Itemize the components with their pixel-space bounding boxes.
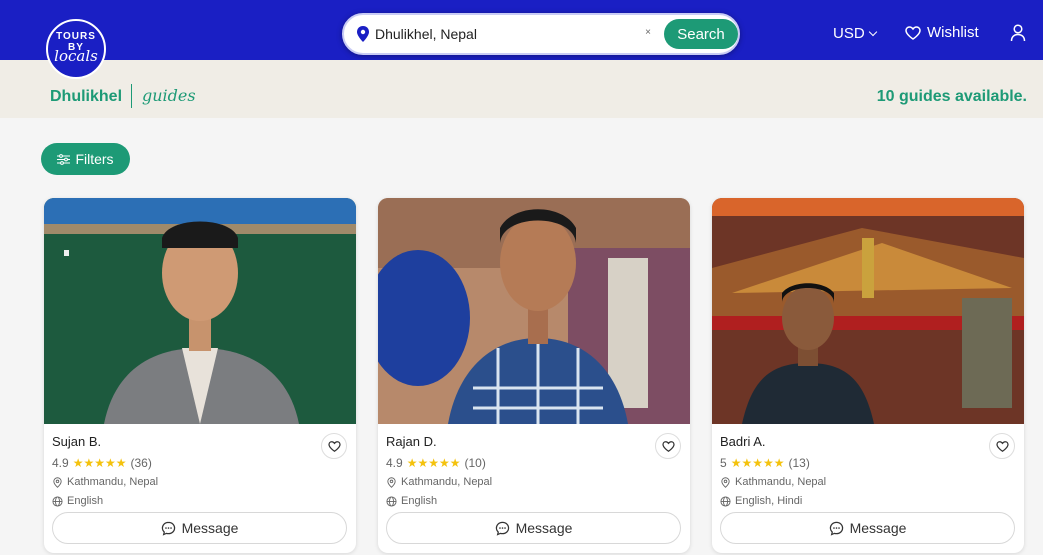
location-text: Kathmandu, Nepal — [401, 476, 493, 488]
title-divider — [131, 84, 132, 108]
heart-icon — [328, 441, 341, 452]
clear-search-icon[interactable]: × — [641, 26, 655, 40]
tours-by-locals-logo[interactable]: TOURS BY locals — [46, 19, 106, 79]
user-account-icon[interactable] — [1010, 24, 1026, 42]
rating-value: 4.9 — [52, 456, 69, 470]
star-rating-icon: ★★★★★ — [72, 456, 127, 470]
wishlist-label: Wishlist — [927, 24, 979, 41]
chevron-down-icon — [868, 27, 877, 37]
globe-icon — [720, 495, 731, 507]
message-button[interactable]: Message — [52, 512, 347, 544]
wishlist-link[interactable]: Wishlist — [905, 24, 979, 41]
location-text: Kathmandu, Nepal — [67, 476, 159, 488]
heart-icon — [996, 441, 1009, 452]
languages-text: English, Hindi — [735, 495, 803, 507]
guide-languages: English — [386, 495, 437, 507]
rating-row: 5 ★★★★★ (13) — [720, 456, 810, 470]
guide-photo[interactable] — [44, 198, 356, 424]
rating-row: 4.9 ★★★★★ (36) — [52, 456, 152, 470]
guide-card[interactable]: Rajan D. 4.9 ★★★★★ (10) Kathmandu, Nepal… — [378, 198, 690, 553]
heart-icon — [905, 25, 921, 40]
logo-text-bottom: locals — [54, 47, 98, 65]
chat-bubble-icon — [161, 521, 175, 536]
guide-name[interactable]: Rajan D. — [386, 434, 437, 449]
location-pin-icon — [357, 26, 369, 42]
location-pin-icon — [721, 476, 730, 488]
rating-value: 5 — [720, 456, 727, 470]
star-rating-icon: ★★★★★ — [730, 456, 785, 470]
search-button[interactable]: Search — [664, 19, 738, 49]
chat-bubble-icon — [829, 521, 843, 536]
guide-card[interactable]: Sujan B. 4.9 ★★★★★ (36) Kathmandu, Nepal… — [44, 198, 356, 553]
review-count: (36) — [130, 456, 152, 470]
guide-languages: English, Hindi — [720, 495, 802, 507]
guide-photo[interactable] — [378, 198, 690, 424]
guides-available-count: 10 guides available. — [876, 88, 1027, 105]
guide-location: Kathmandu, Nepal — [720, 476, 826, 488]
search-bar: × Search — [342, 13, 740, 55]
filters-button[interactable]: Filters — [41, 143, 130, 175]
globe-icon — [52, 495, 63, 507]
languages-text: English — [67, 495, 104, 507]
location-pin-icon — [387, 476, 396, 488]
guide-card[interactable]: Badri A. 5 ★★★★★ (13) Kathmandu, Nepal E… — [712, 198, 1024, 553]
currency-label: USD — [833, 25, 865, 42]
add-to-wishlist-button[interactable] — [321, 433, 347, 459]
star-rating-icon: ★★★★★ — [406, 456, 461, 470]
guide-location: Kathmandu, Nepal — [386, 476, 492, 488]
currency-selector[interactable]: USD — [833, 25, 877, 42]
heart-icon — [662, 441, 675, 452]
add-to-wishlist-button[interactable] — [989, 433, 1015, 459]
rating-value: 4.9 — [386, 456, 403, 470]
guide-name[interactable]: Sujan B. — [52, 434, 101, 449]
location-subheader: Dhulikhel guides 10 guides available. — [0, 60, 1043, 118]
review-count: (10) — [464, 456, 486, 470]
review-count: (13) — [788, 456, 810, 470]
languages-text: English — [401, 495, 438, 507]
guide-location: Kathmandu, Nepal — [52, 476, 158, 488]
location-pin-icon — [53, 476, 62, 488]
message-button[interactable]: Message — [720, 512, 1015, 544]
message-label: Message — [515, 520, 573, 536]
guides-subtitle: guides — [142, 86, 196, 105]
message-button[interactable]: Message — [386, 512, 681, 544]
location-text: Kathmandu, Nepal — [735, 476, 827, 488]
message-label: Message — [849, 520, 907, 536]
add-to-wishlist-button[interactable] — [655, 433, 681, 459]
guide-photo[interactable] — [712, 198, 1024, 424]
message-label: Message — [181, 520, 239, 536]
search-input[interactable] — [375, 23, 635, 45]
guide-languages: English — [52, 495, 103, 507]
filters-label: Filters — [75, 151, 114, 167]
filters-sliders-icon — [57, 153, 71, 165]
city-title: Dhulikhel — [50, 88, 123, 105]
globe-icon — [386, 495, 397, 507]
chat-bubble-icon — [495, 521, 509, 536]
guide-name[interactable]: Badri A. — [720, 434, 766, 449]
rating-row: 4.9 ★★★★★ (10) — [386, 456, 486, 470]
